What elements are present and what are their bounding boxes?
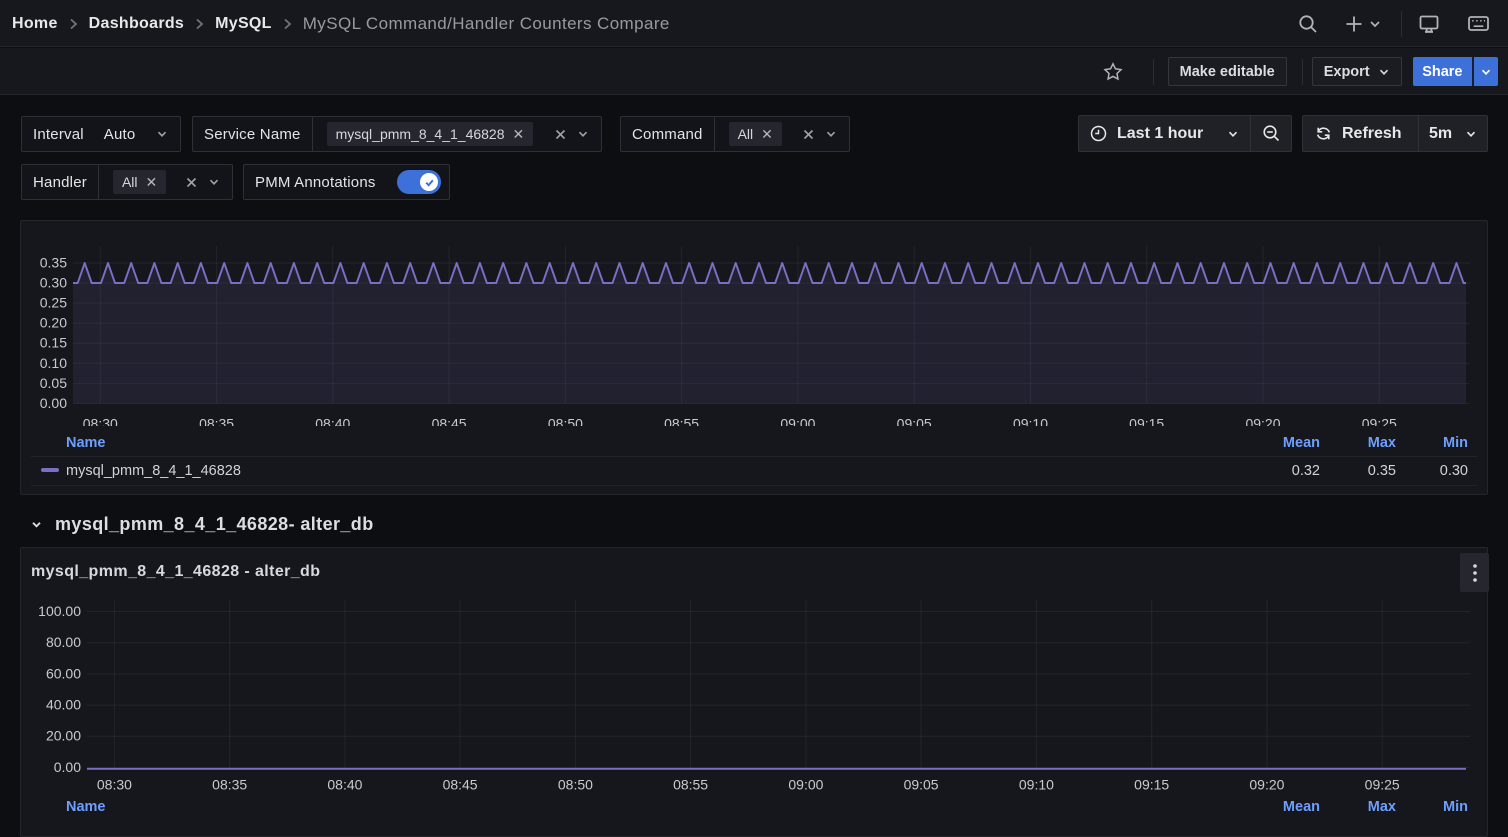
svg-text:09:20: 09:20 xyxy=(1245,416,1280,427)
svg-text:09:15: 09:15 xyxy=(1134,777,1169,793)
svg-text:09:20: 09:20 xyxy=(1249,777,1284,793)
svg-text:0.35: 0.35 xyxy=(40,254,67,270)
svg-text:0.25: 0.25 xyxy=(40,295,67,311)
svg-text:09:00: 09:00 xyxy=(788,777,823,793)
svg-text:09:05: 09:05 xyxy=(897,416,932,427)
svg-text:08:35: 08:35 xyxy=(212,777,247,793)
svg-text:0.15: 0.15 xyxy=(40,335,67,351)
svg-text:0.20: 0.20 xyxy=(40,315,67,331)
svg-text:09:25: 09:25 xyxy=(1365,777,1400,793)
svg-text:08:40: 08:40 xyxy=(327,777,362,793)
svg-text:08:55: 08:55 xyxy=(664,416,699,427)
svg-text:08:30: 08:30 xyxy=(97,777,132,793)
svg-text:08:50: 08:50 xyxy=(558,777,593,793)
svg-text:09:05: 09:05 xyxy=(904,777,939,793)
svg-text:0.30: 0.30 xyxy=(40,275,67,291)
svg-text:09:10: 09:10 xyxy=(1013,416,1048,427)
svg-text:08:50: 08:50 xyxy=(548,416,583,427)
svg-text:08:30: 08:30 xyxy=(83,416,118,427)
svg-text:40.00: 40.00 xyxy=(46,697,81,713)
svg-text:09:10: 09:10 xyxy=(1019,777,1054,793)
svg-text:08:40: 08:40 xyxy=(315,416,350,427)
svg-text:08:45: 08:45 xyxy=(432,416,467,427)
svg-text:0.00: 0.00 xyxy=(54,759,81,775)
svg-text:0.00: 0.00 xyxy=(40,395,67,411)
svg-text:08:45: 08:45 xyxy=(443,777,478,793)
svg-text:80.00: 80.00 xyxy=(46,634,81,650)
svg-text:08:55: 08:55 xyxy=(673,777,708,793)
svg-text:0.05: 0.05 xyxy=(40,375,67,391)
svg-text:20.00: 20.00 xyxy=(46,728,81,744)
svg-text:60.00: 60.00 xyxy=(46,665,81,681)
svg-text:09:25: 09:25 xyxy=(1362,416,1397,427)
svg-text:09:15: 09:15 xyxy=(1129,416,1164,427)
svg-text:08:35: 08:35 xyxy=(199,416,234,427)
svg-text:100.00: 100.00 xyxy=(38,603,81,619)
svg-text:09:00: 09:00 xyxy=(780,416,815,427)
svg-text:0.10: 0.10 xyxy=(40,355,67,371)
